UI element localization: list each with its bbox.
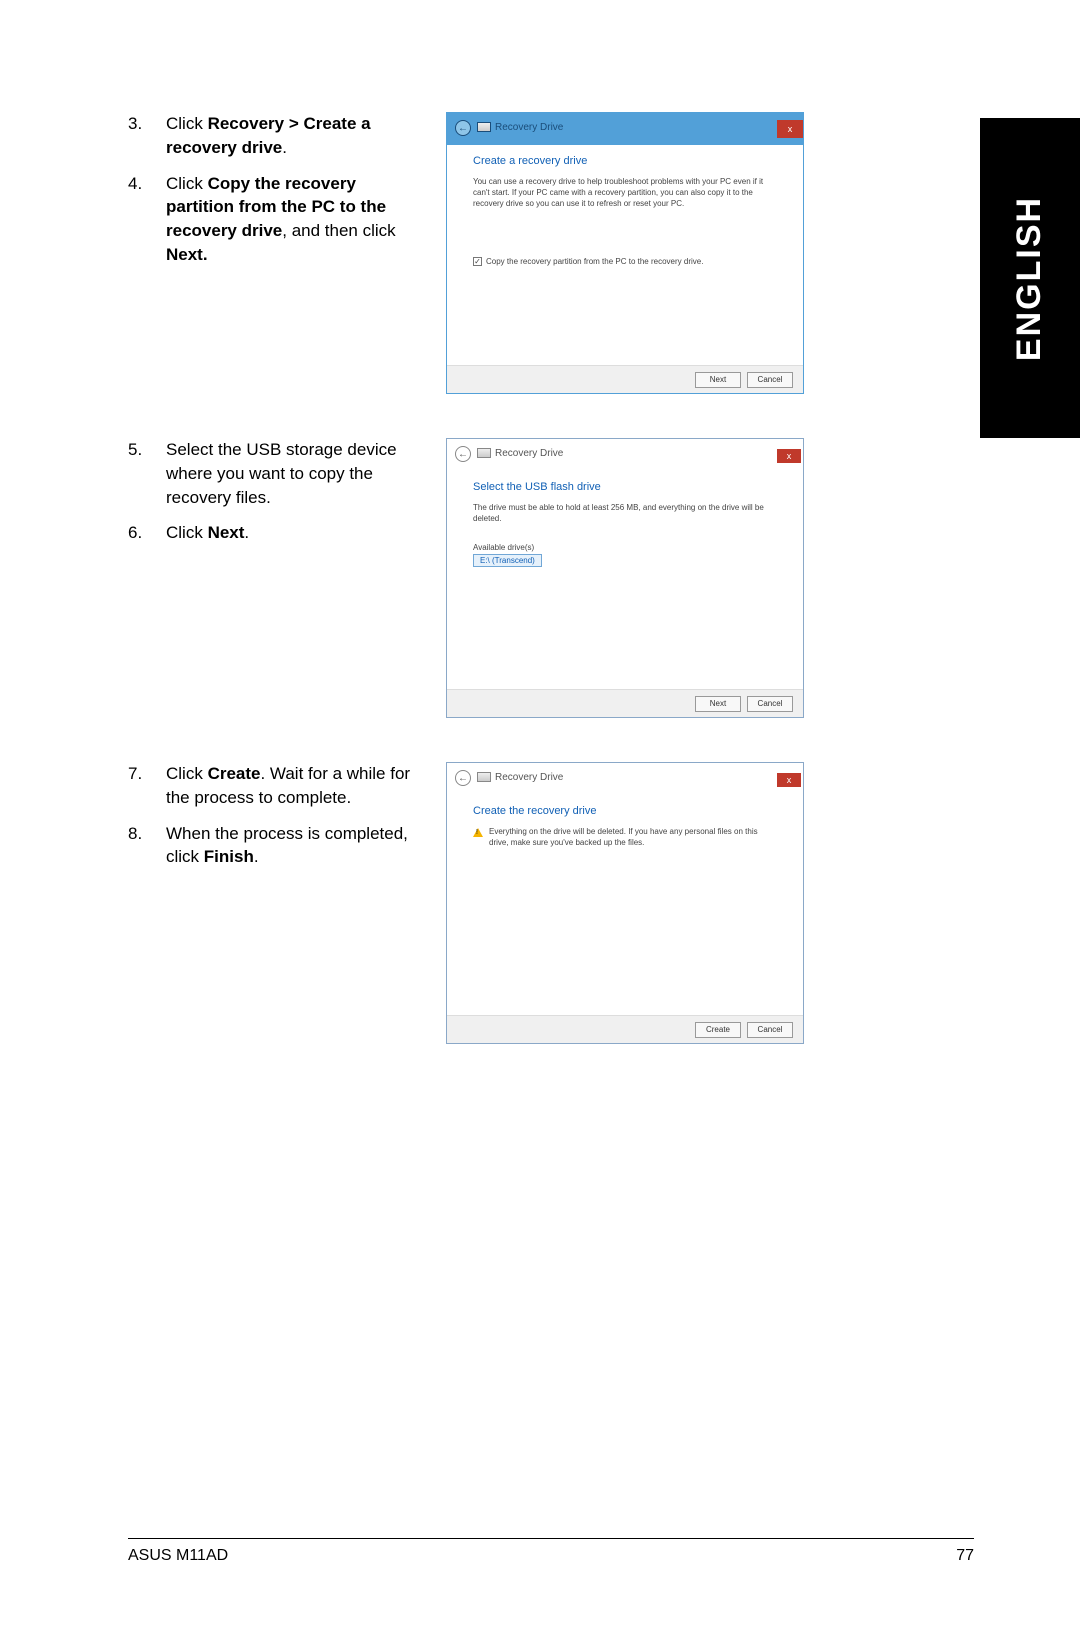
step-block-2: 5. Select the USB storage device where y…	[128, 438, 948, 718]
back-icon[interactable]: ←	[455, 120, 471, 136]
available-drives-label: Available drive(s)	[473, 543, 777, 552]
drive-list-item[interactable]: E:\ (Transcend)	[473, 554, 542, 567]
step-text: Click Next.	[166, 521, 418, 545]
recovery-window-1: ← Recovery Drive x Create a recovery dri…	[446, 112, 804, 394]
instruction-list-3: 7. Click Create. Wait for a while for th…	[128, 762, 418, 1044]
step-number: 5.	[128, 438, 148, 509]
step-block-3: 7. Click Create. Wait for a while for th…	[128, 762, 948, 1044]
step-7: 7. Click Create. Wait for a while for th…	[128, 762, 418, 810]
step-text: Click Recovery > Create a recovery drive…	[166, 112, 418, 160]
window-heading: Create a recovery drive	[473, 155, 777, 167]
window-title: Recovery Drive	[495, 122, 563, 133]
step-5: 5. Select the USB storage device where y…	[128, 438, 418, 509]
window-footer: Next Cancel	[447, 689, 803, 717]
drive-icon	[477, 772, 491, 782]
checkbox-label: Copy the recovery partition from the PC …	[486, 257, 703, 266]
window-body: Select the USB flash drive The drive mus…	[447, 471, 803, 689]
checkbox-icon: ✓	[473, 257, 482, 266]
close-icon[interactable]: x	[777, 449, 801, 463]
create-button[interactable]: Create	[695, 1022, 741, 1038]
window-description: You can use a recovery drive to help tro…	[473, 177, 777, 209]
page-content: 3. Click Recovery > Create a recovery dr…	[128, 112, 948, 1088]
recovery-window-2: ← Recovery Drive x Select the USB flash …	[446, 438, 804, 718]
window-titlebar: ← Recovery Drive x	[447, 439, 803, 471]
close-icon[interactable]: x	[777, 773, 801, 787]
instruction-list-2: 5. Select the USB storage device where y…	[128, 438, 418, 718]
instruction-list-1: 3. Click Recovery > Create a recovery dr…	[128, 112, 418, 394]
drive-icon	[477, 448, 491, 458]
step-8: 8. When the process is completed, click …	[128, 822, 418, 870]
warning-text: Everything on the drive will be deleted.…	[489, 827, 777, 849]
step-text: Click Create. Wait for a while for the p…	[166, 762, 418, 810]
step-4: 4. Click Copy the recovery partition fro…	[128, 172, 418, 267]
step-text: Click Copy the recovery partition from t…	[166, 172, 418, 267]
step-number: 6.	[128, 521, 148, 545]
step-number: 8.	[128, 822, 148, 870]
next-button[interactable]: Next	[695, 696, 741, 712]
step-number: 3.	[128, 112, 148, 160]
footer-rule	[128, 1538, 974, 1539]
warning-icon	[473, 828, 483, 837]
recovery-window-3: ← Recovery Drive x Create the recovery d…	[446, 762, 804, 1044]
close-icon[interactable]: x	[777, 120, 803, 138]
next-button[interactable]: Next	[695, 372, 741, 388]
warning-line: Everything on the drive will be deleted.…	[473, 827, 777, 849]
window-body: Create the recovery drive Everything on …	[447, 795, 803, 1015]
window-footer: Create Cancel	[447, 1015, 803, 1043]
step-text: When the process is completed, click Fin…	[166, 822, 418, 870]
back-icon[interactable]: ←	[455, 446, 471, 462]
step-block-1: 3. Click Recovery > Create a recovery dr…	[128, 112, 948, 394]
footer-page-number: 77	[956, 1547, 974, 1565]
step-number: 7.	[128, 762, 148, 810]
window-title: Recovery Drive	[495, 448, 563, 459]
copy-partition-checkbox[interactable]: ✓ Copy the recovery partition from the P…	[473, 257, 777, 266]
window-titlebar: ← Recovery Drive x	[447, 113, 803, 145]
drive-icon	[477, 122, 491, 132]
step-number: 4.	[128, 172, 148, 267]
cancel-button[interactable]: Cancel	[747, 372, 793, 388]
language-tab-label: ENGLISH	[1011, 195, 1050, 360]
window-footer: Next Cancel	[447, 365, 803, 393]
step-3: 3. Click Recovery > Create a recovery dr…	[128, 112, 418, 160]
back-icon[interactable]: ←	[455, 770, 471, 786]
window-title: Recovery Drive	[495, 772, 563, 783]
window-titlebar: ← Recovery Drive x	[447, 763, 803, 795]
step-6: 6. Click Next.	[128, 521, 418, 545]
language-tab: ENGLISH	[980, 118, 1080, 438]
page-footer: ASUS M11AD 77	[128, 1547, 974, 1565]
window-body: Create a recovery drive You can use a re…	[447, 145, 803, 365]
window-heading: Create the recovery drive	[473, 805, 777, 817]
cancel-button[interactable]: Cancel	[747, 1022, 793, 1038]
window-heading: Select the USB flash drive	[473, 481, 777, 493]
window-description: The drive must be able to hold at least …	[473, 503, 777, 525]
cancel-button[interactable]: Cancel	[747, 696, 793, 712]
footer-product: ASUS M11AD	[128, 1547, 228, 1565]
step-text: Select the USB storage device where you …	[166, 438, 418, 509]
